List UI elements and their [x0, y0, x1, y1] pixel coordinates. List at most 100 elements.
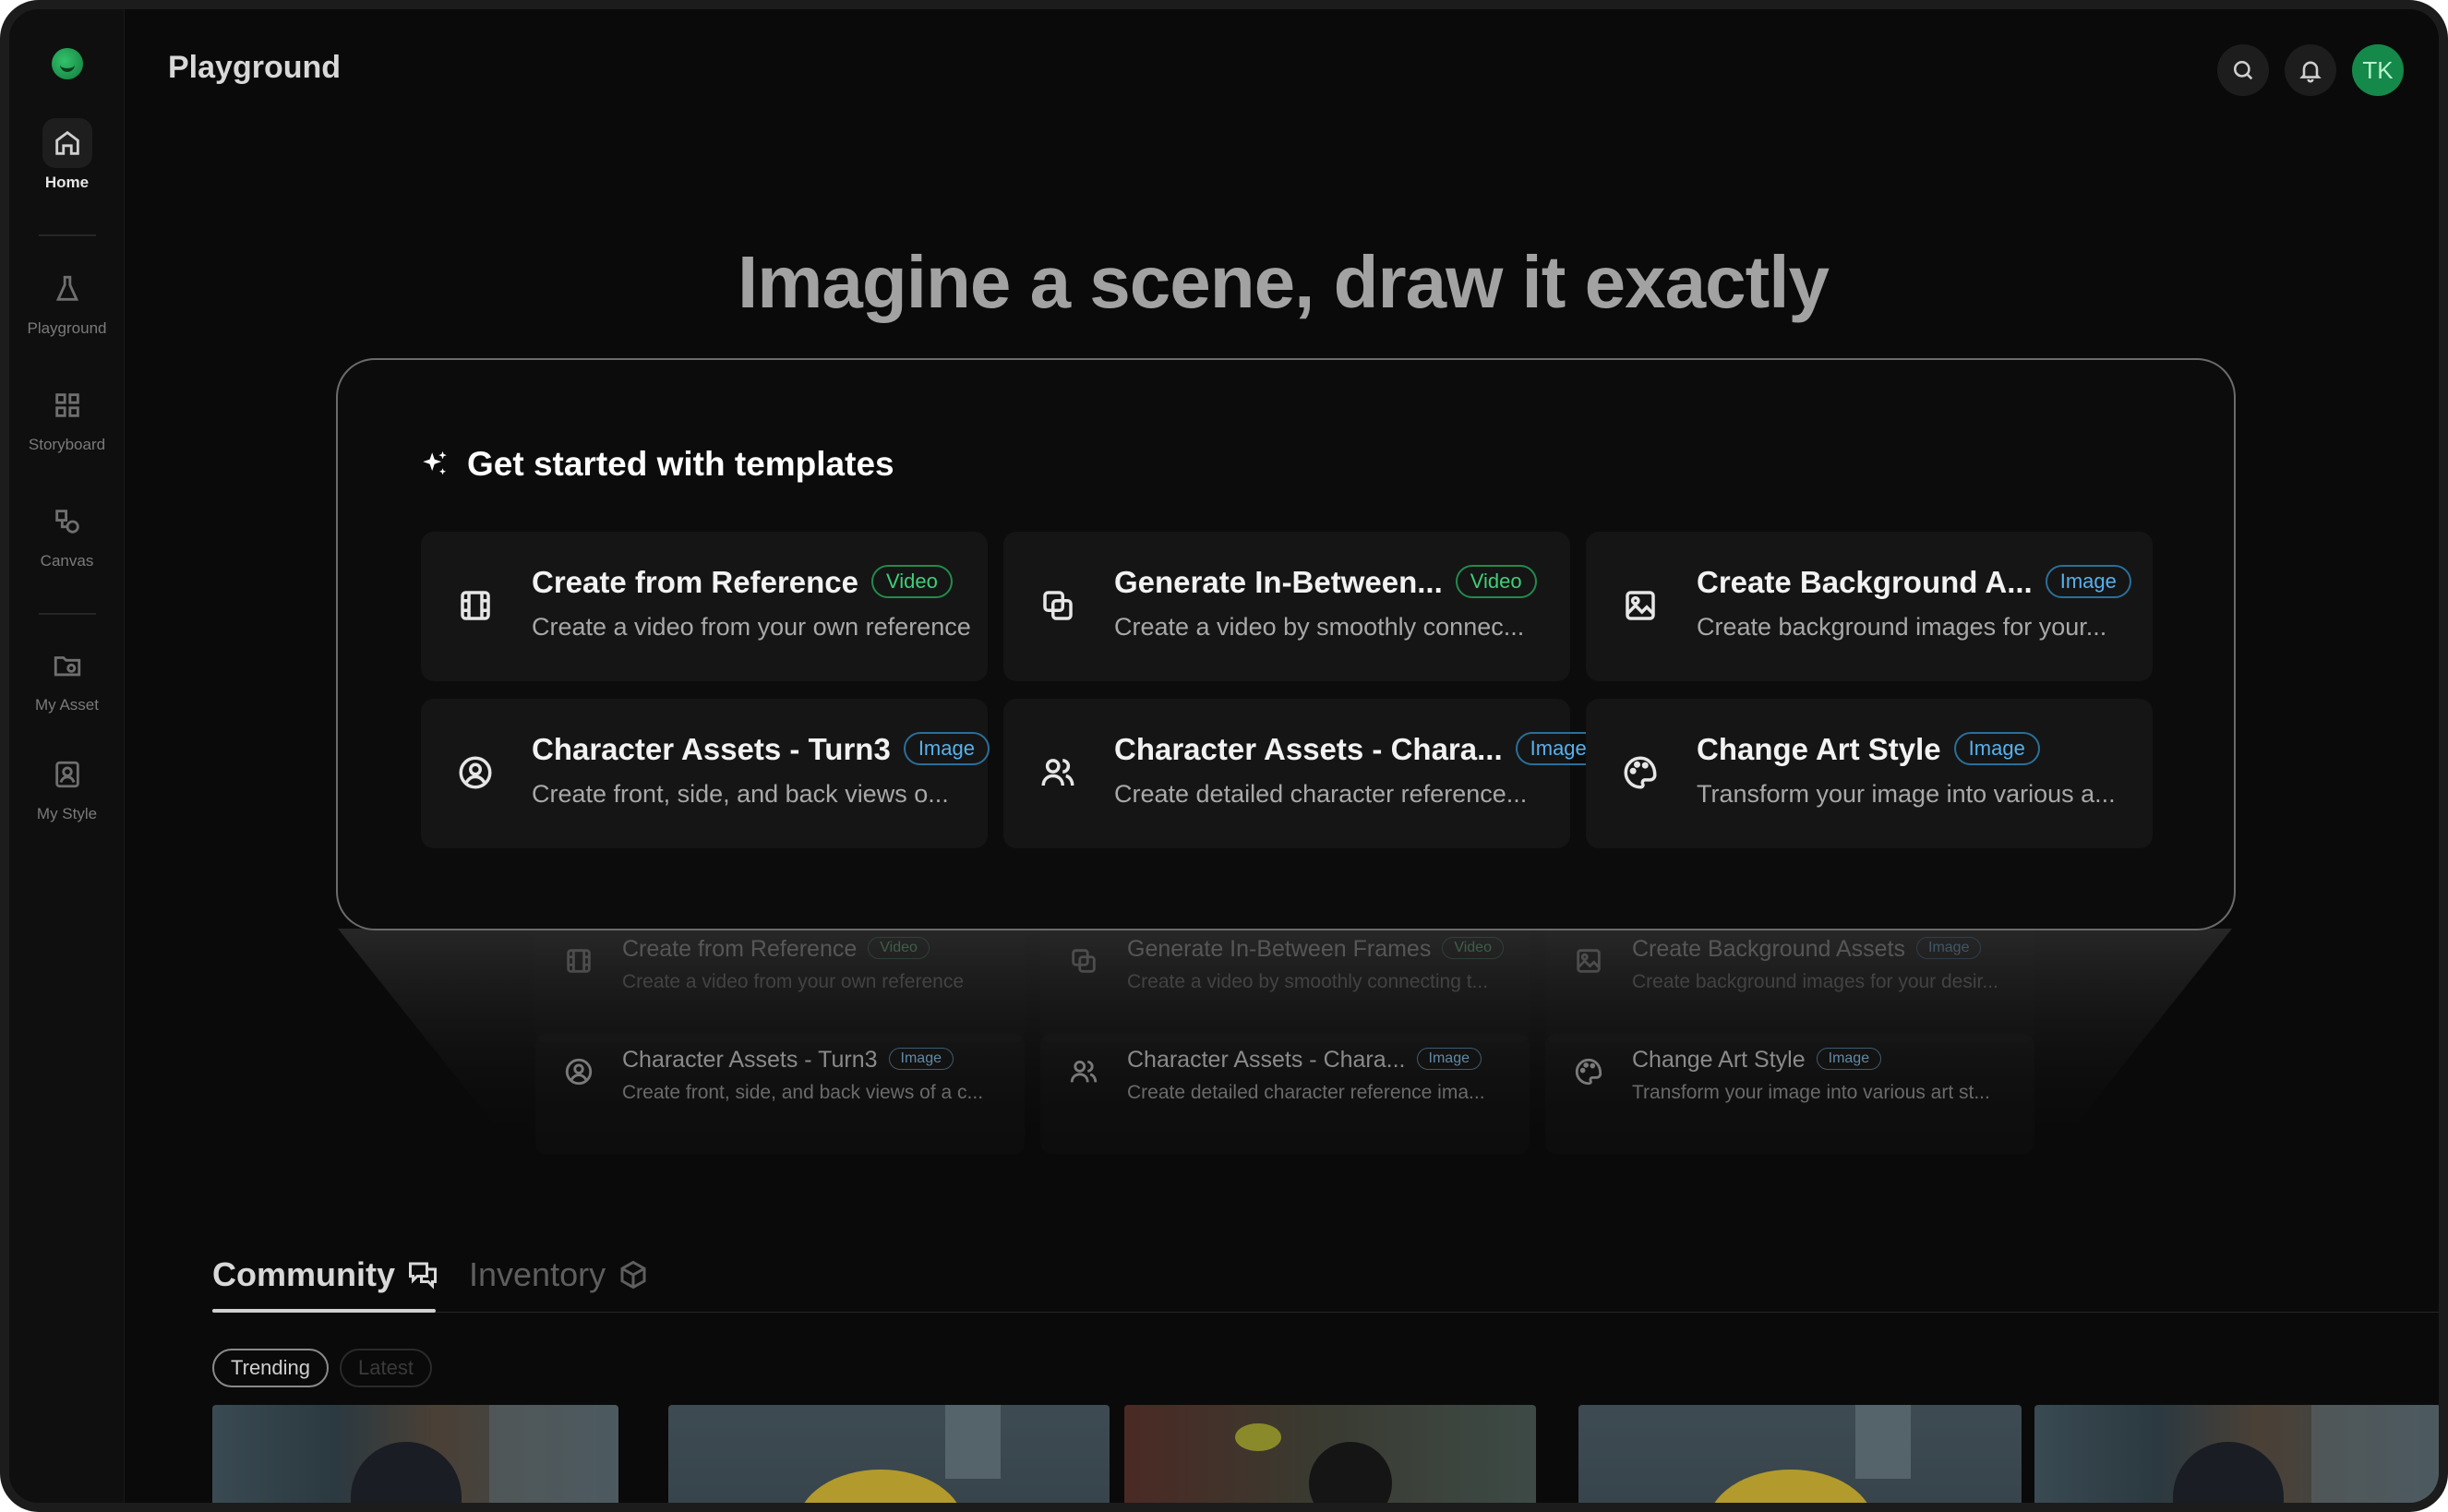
shapes-icon: [42, 497, 92, 546]
ghost-template-card: Character Assets - Turn3 Image Create fro…: [535, 1034, 1025, 1154]
ghost-card-title: Create from Reference: [622, 936, 858, 962]
chat-icon: [409, 1262, 437, 1290]
ghost-card-tag: Video: [868, 937, 930, 960]
templates-heading: Get started with templates: [419, 445, 894, 484]
tab-label: Inventory: [469, 1255, 606, 1293]
home-icon: [42, 118, 92, 168]
template-card-desc: Create a video by smoothly connec...: [1114, 613, 1525, 641]
notifications-button[interactable]: [2285, 44, 2336, 96]
avatar[interactable]: TK: [2352, 44, 2404, 96]
template-card-desc: Create a video from your own reference: [532, 613, 971, 641]
community-thumbnail[interactable]: [668, 1405, 1110, 1503]
community-thumbnail[interactable]: [1578, 1405, 2022, 1503]
palette-icon: [1573, 1056, 1604, 1087]
box-icon: [620, 1260, 646, 1290]
template-tag-image: Image: [2045, 565, 2131, 599]
sparkles-icon: [423, 450, 447, 475]
sidebar-item-home[interactable]: Home: [9, 118, 125, 192]
tab-inventory[interactable]: Inventory: [469, 1255, 650, 1294]
template-card-generate-in-between[interactable]: Generate In-Between... Video Create a vid…: [1003, 532, 1570, 681]
template-card-create-background[interactable]: Create Background A... Image Create backg…: [1586, 532, 2153, 681]
filter-latest[interactable]: Latest: [340, 1349, 432, 1387]
ghost-card-desc: Create a video by smoothly connecting t.…: [1127, 971, 1489, 992]
ghost-card-tag: Video: [1442, 937, 1504, 960]
sidebar-item-storyboard[interactable]: Storyboard: [9, 380, 125, 454]
ghost-card-title: Generate In-Between Frames: [1127, 936, 1432, 962]
sidebar-item-playground[interactable]: Playground: [9, 264, 125, 338]
tab-community[interactable]: Community: [212, 1255, 439, 1294]
template-tag-image: Image: [903, 732, 990, 766]
template-tag-video: Video: [870, 565, 953, 599]
ghost-card-desc: Create front, side, and back views of a …: [622, 1082, 984, 1103]
grid-icon: [42, 380, 92, 430]
ghost-card-desc: Create background images for your desir.…: [1632, 971, 1998, 992]
layers-icon: [1068, 945, 1099, 977]
film-icon: [563, 945, 594, 977]
sidebar-item-my-asset[interactable]: My Asset: [9, 641, 125, 714]
ghost-template-card: Generate In-Between Frames Video Create a…: [1040, 923, 1530, 1043]
sidebar-item-canvas[interactable]: Canvas: [9, 497, 125, 570]
layers-icon: [1038, 586, 1077, 625]
search-button[interactable]: [2217, 44, 2269, 96]
template-card-title: Character Assets - Chara...: [1114, 732, 1503, 766]
template-card-desc: Transform your image into various a...: [1697, 780, 2116, 808]
sidebar-item-label: Home: [44, 174, 90, 191]
ghost-template-card: Character Assets - Chara... Image Create …: [1040, 1034, 1530, 1154]
ghost-card-desc: Transform your image into various art st…: [1632, 1082, 1990, 1103]
bell-icon: [2299, 61, 2322, 83]
hero-headline: Imagine a scene, draw it exactly: [738, 241, 1830, 323]
user-circle-icon: [563, 1056, 594, 1087]
ghost-card-title: Change Art Style: [1632, 1047, 1806, 1073]
template-card-title: Create Background A...: [1697, 565, 2033, 599]
template-card-desc: Create background images for your...: [1697, 613, 2107, 641]
ghost-card-title: Character Assets - Chara...: [1127, 1047, 1406, 1073]
ghost-card-desc: Create a video from your own reference: [622, 971, 965, 992]
template-card-title: Change Art Style: [1697, 732, 1941, 766]
ghost-card-tag: Image: [888, 1048, 954, 1071]
template-card-desc: Create front, side, and back views o...: [532, 780, 949, 808]
film-icon: [456, 586, 495, 625]
sidebar-item-label: Playground: [27, 319, 107, 337]
template-card-title: Create from Reference: [532, 565, 858, 599]
sidebar-item-my-style[interactable]: My Style: [9, 750, 125, 823]
ghost-template-card: Create from Reference Video Create a vide…: [535, 923, 1025, 1043]
template-card-change-art-style[interactable]: Change Art Style Image Transform your ima…: [1586, 699, 2153, 848]
sidebar-divider: [39, 234, 96, 236]
community-thumbnail[interactable]: [212, 1405, 618, 1503]
palette-icon: [1621, 753, 1660, 792]
tabs-divider: [212, 1312, 2439, 1313]
image-icon: [1573, 945, 1604, 977]
templates-panel: Get started with templates Create from R…: [336, 358, 2236, 930]
template-card-title: Generate In-Between...: [1114, 565, 1443, 599]
user-circle-icon: [456, 753, 495, 792]
ghost-template-card: Change Art Style Image Transform your ima…: [1545, 1034, 2034, 1154]
sidebar-divider: [39, 613, 96, 615]
community-thumbnail[interactable]: [2034, 1405, 2439, 1503]
folder-icon: [42, 641, 92, 690]
template-card-desc: Create detailed character reference...: [1114, 780, 1528, 808]
app-logo[interactable]: [52, 48, 83, 79]
template-card-character-turn3[interactable]: Character Assets - Turn3 Image Create fro…: [421, 699, 990, 848]
search-icon: [2233, 60, 2253, 80]
ghost-card-tag: Image: [1916, 937, 1982, 960]
ghost-card-tag: Image: [1816, 1048, 1882, 1071]
filter-trending[interactable]: Trending: [212, 1349, 330, 1387]
templates-heading-text: Get started with templates: [467, 445, 894, 483]
users-icon: [1068, 1056, 1099, 1087]
sidebar-item-label: My Style: [36, 805, 98, 822]
image-icon: [1621, 586, 1660, 625]
ghost-card-title: Character Assets - Turn3: [622, 1047, 878, 1073]
template-card-create-from-reference[interactable]: Create from Reference Video Create a vide…: [421, 532, 988, 681]
sidebar: Home Playground Storyboard Canvas My Ass…: [9, 9, 125, 1503]
sidebar-item-label: Canvas: [40, 552, 94, 570]
page-title: Playground: [168, 50, 342, 85]
app-window: Home Playground Storyboard Canvas My Ass…: [0, 0, 2448, 1512]
ghost-template-card: Create Background Assets Image Create bac…: [1545, 923, 2034, 1043]
flask-icon: [42, 264, 92, 314]
template-tag-video: Video: [1455, 565, 1537, 599]
ghost-card-tag: Image: [1416, 1048, 1482, 1071]
portrait-icon: [42, 750, 92, 799]
users-icon: [1038, 753, 1077, 792]
template-card-character-reference[interactable]: Character Assets - Chara... Image Create …: [1003, 699, 1602, 848]
community-thumbnail[interactable]: [1124, 1405, 1536, 1503]
